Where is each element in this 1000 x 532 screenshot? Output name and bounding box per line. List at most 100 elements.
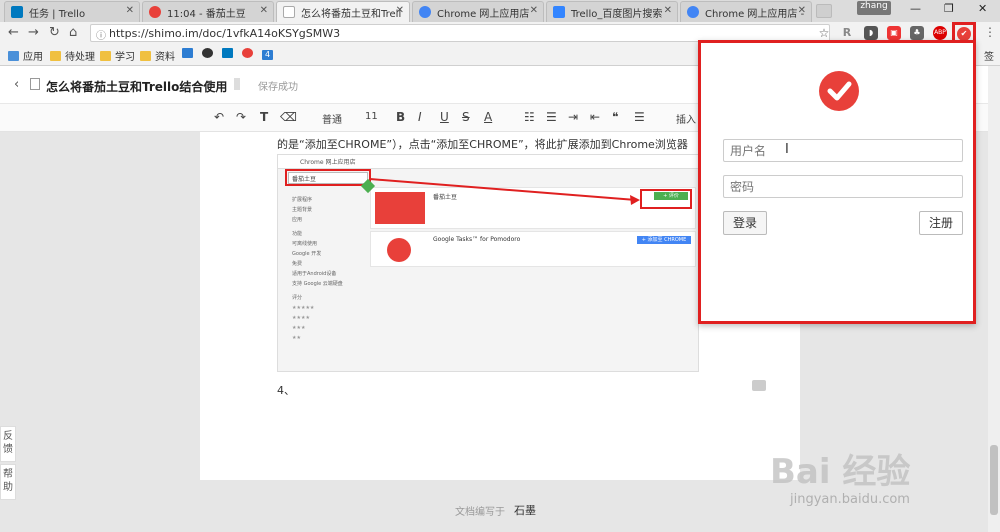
tab-shimo-doc[interactable]: 怎么将番茄土豆和Trell ✕ (276, 1, 410, 22)
folder-icon (100, 51, 111, 61)
text-color-button[interactable]: A (484, 110, 492, 124)
bookmark-site-1[interactable] (182, 48, 197, 60)
font-size-select[interactable]: 11 (365, 111, 378, 122)
help-button[interactable]: 帮助 (0, 464, 16, 500)
minimize-button[interactable]: — (910, 2, 921, 15)
forward-arrow-icon[interactable]: → (28, 25, 39, 40)
trello-icon (11, 6, 23, 18)
ordered-list-icon[interactable]: ☷ (524, 110, 535, 124)
bookmark-icon[interactable] (234, 78, 240, 90)
site-icon (202, 48, 213, 58)
back-chevron-icon[interactable]: ‹ (14, 77, 19, 92)
red-extension-icon[interactable]: ▣ (887, 26, 901, 40)
bookmark-study[interactable]: 学习 (100, 48, 135, 63)
eraser-icon[interactable]: ⌫ (280, 110, 297, 124)
tomato-logo (819, 71, 859, 111)
close-window-button[interactable]: ✕ (978, 2, 987, 15)
bookmark-more[interactable]: 签 (984, 48, 994, 63)
chrome-icon (687, 6, 699, 18)
bookmark-label: 资料 (155, 52, 175, 63)
watermark-url: jingyan.baidu.com (790, 492, 910, 507)
italic-button[interactable]: I (418, 110, 422, 124)
bold-button[interactable]: B (396, 110, 405, 124)
outdent-icon[interactable]: ⇤ (590, 110, 600, 124)
paragraph-style-select[interactable]: 普通 (322, 111, 342, 126)
feedback-button[interactable]: 反馈 (0, 426, 16, 462)
doc-title[interactable]: 怎么将番茄土豆和Trello结合使用 (46, 78, 227, 95)
pocket-icon[interactable]: ◗ (864, 26, 878, 40)
home-icon[interactable]: ⌂ (69, 25, 77, 40)
user-badge[interactable]: zhang (857, 1, 891, 15)
baidu-icon (553, 6, 565, 18)
close-icon[interactable]: ✕ (396, 5, 404, 16)
bookmark-label: 应用 (23, 52, 43, 63)
format-painter-icon[interactable]: T (260, 110, 268, 124)
close-icon[interactable]: ✕ (260, 5, 268, 16)
folder-icon (50, 51, 61, 61)
bookmark-site-4[interactable]: 4 (262, 48, 277, 60)
bookmark-resources[interactable]: 资料 (140, 48, 175, 63)
bookmark-site-2[interactable] (202, 48, 217, 60)
redo-icon[interactable]: ↷ (236, 110, 246, 124)
tab-title: 11:04 - 番茄土豆 (167, 9, 246, 20)
close-icon[interactable]: ✕ (798, 5, 806, 16)
close-icon[interactable]: ✕ (126, 5, 134, 16)
comment-icon[interactable] (752, 380, 766, 391)
evernote-icon[interactable]: ♣ (910, 26, 924, 40)
url-text: https://shimo.im/doc/1vfkA14oKSYgSMW3 (109, 27, 341, 40)
bookmark-apps[interactable]: 应用 (8, 48, 43, 63)
register-button[interactable]: 注册 (919, 211, 963, 235)
tomato-icon (149, 6, 161, 18)
tab-title: Chrome 网上应用店 (437, 9, 530, 20)
footer-label: 文档编写于 (455, 507, 505, 518)
tab-baidu-image[interactable]: Trello_百度图片搜索 ✕ (546, 1, 678, 22)
insert-menu[interactable]: 插入 (676, 111, 696, 126)
undo-icon[interactable]: ↶ (214, 110, 224, 124)
underline-button[interactable]: U (440, 110, 449, 124)
tab-title: 怎么将番茄土豆和Trell (301, 9, 402, 20)
scrollbar-thumb[interactable] (990, 445, 998, 515)
checkmark-icon (827, 81, 852, 101)
menu-icon[interactable]: ⋮ (984, 25, 996, 39)
star-icon[interactable]: ☆ (817, 26, 831, 40)
login-button[interactable]: 登录 (723, 211, 767, 235)
title-dropdown-icon[interactable]: ▾ (207, 78, 212, 89)
r-extension-icon[interactable]: R (840, 26, 854, 40)
strikethrough-button[interactable]: S (462, 110, 470, 124)
trello-icon (222, 48, 233, 58)
doc-paragraph[interactable]: 的是“添加至CHROME”），点击“添加至CHROME”，将此扩展添加到Chro… (277, 136, 697, 152)
adblock-icon[interactable]: ABP (933, 26, 947, 40)
site-icon (182, 48, 193, 58)
indent-icon[interactable]: ⇥ (568, 110, 578, 124)
tomato-icon (242, 48, 253, 58)
tab-chrome-store[interactable]: Chrome 网上应用店 ✕ (412, 1, 544, 22)
bookmark-todo[interactable]: 待处理 (50, 48, 95, 63)
apps-icon (8, 51, 19, 61)
tab-chrome-store-2[interactable]: Chrome 网上应用店 - ✕ (680, 1, 812, 22)
new-tab-button[interactable] (816, 4, 832, 18)
tab-tomato[interactable]: 11:04 - 番茄土豆 ✕ (142, 1, 274, 22)
document-icon (30, 78, 40, 90)
quote-icon[interactable]: ❝ (612, 110, 618, 124)
close-icon[interactable]: ✕ (664, 5, 672, 16)
tab-title: 任务 | Trello (29, 9, 86, 20)
baidu-watermark: Bai 经验 (770, 452, 911, 492)
step-number[interactable]: 4、 (277, 382, 295, 398)
tab-title: Chrome 网上应用店 - (705, 9, 805, 20)
site-icon: 4 (262, 50, 273, 60)
bookmark-tomato[interactable] (242, 48, 257, 60)
reload-icon[interactable]: ↻ (49, 25, 60, 40)
restore-button[interactable]: ❐ (944, 2, 954, 15)
bullet-list-icon[interactable]: ☰ (546, 110, 557, 124)
username-input[interactable] (723, 139, 963, 162)
footer-app[interactable]: 石墨 (514, 502, 536, 518)
password-input[interactable] (723, 175, 963, 198)
tab-trello[interactable]: 任务 | Trello ✕ (4, 1, 140, 22)
back-arrow-icon[interactable]: ← (8, 25, 19, 40)
close-icon[interactable]: ✕ (530, 5, 538, 16)
bookmark-trello[interactable] (222, 48, 237, 60)
tomato-extension-icon[interactable]: ✔ (957, 27, 971, 41)
text-cursor-icon: I (785, 142, 789, 157)
align-icon[interactable]: ☰ (634, 110, 645, 124)
bookmark-label: 学习 (115, 52, 135, 63)
